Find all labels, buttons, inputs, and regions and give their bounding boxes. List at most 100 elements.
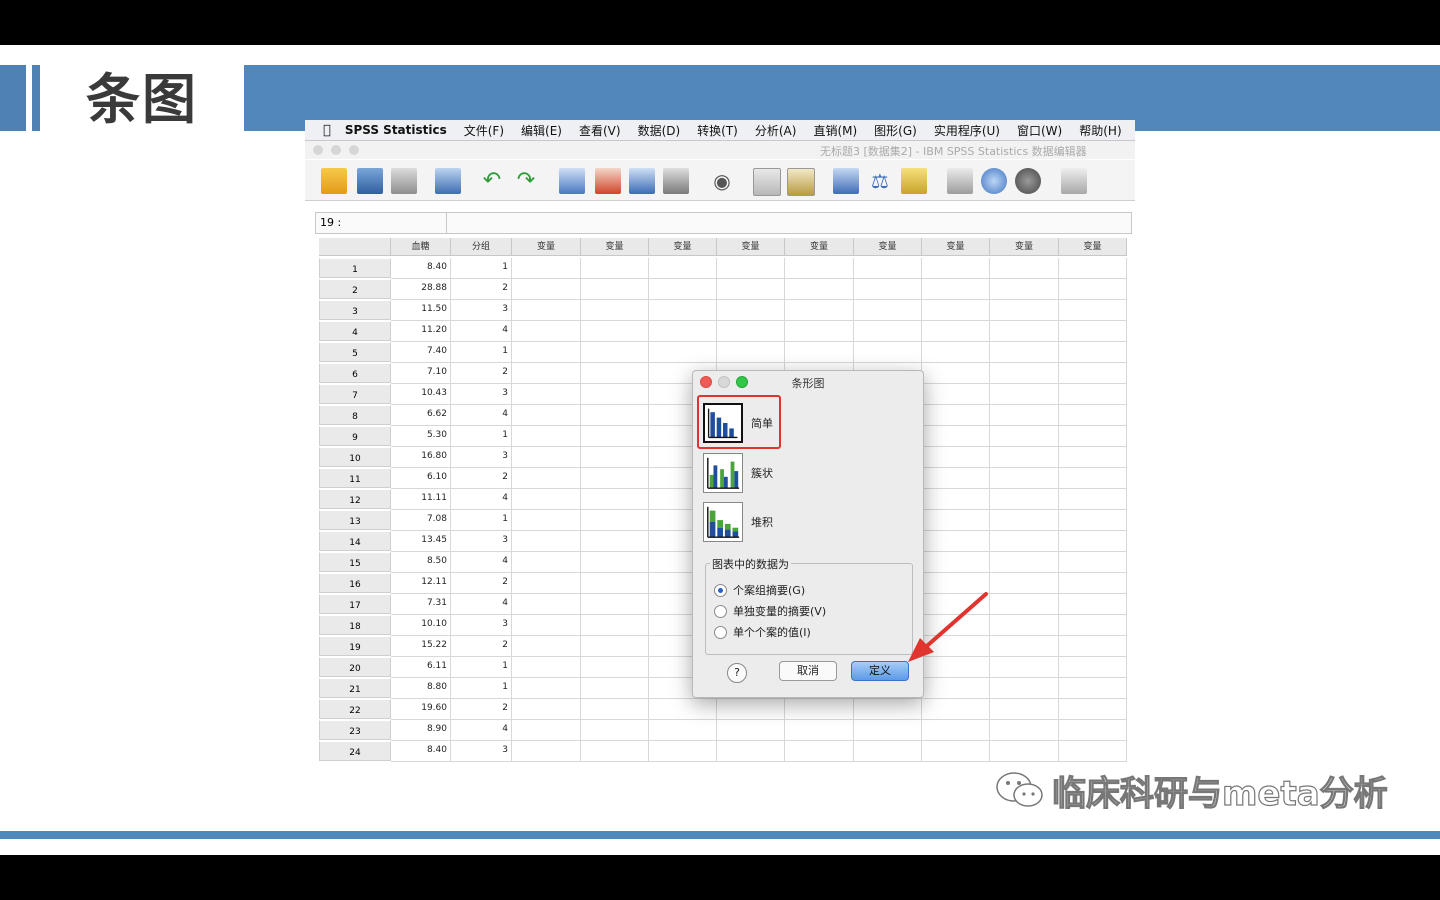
cell-empty[interactable] [922, 489, 990, 510]
cell-empty[interactable] [1059, 258, 1127, 279]
cell-empty[interactable] [1059, 615, 1127, 636]
cell-empty[interactable] [512, 510, 581, 531]
spell-check-icon[interactable] [1061, 168, 1087, 194]
cell-empty[interactable] [990, 384, 1059, 405]
cell-group[interactable]: 4 [451, 594, 512, 615]
cell-empty[interactable] [990, 594, 1059, 615]
menu-window[interactable]: 窗口(W) [1017, 122, 1062, 139]
cell-blood-glucose[interactable]: 11.20 [391, 321, 451, 342]
cell-empty[interactable] [785, 258, 854, 279]
cell-empty[interactable] [512, 720, 581, 741]
row-number[interactable]: 3 [319, 300, 391, 320]
undo-icon[interactable]: ↶ [479, 168, 505, 194]
cell-empty[interactable] [922, 426, 990, 447]
insert-variable-icon[interactable] [787, 168, 815, 196]
cell-empty[interactable] [649, 342, 717, 363]
cell-blood-glucose[interactable]: 7.31 [391, 594, 451, 615]
weight-cases-icon[interactable]: ⚖ [867, 168, 893, 194]
cell-empty[interactable] [717, 258, 785, 279]
column-header[interactable]: 变量 [512, 238, 581, 256]
menu-analyze[interactable]: 分析(A) [755, 122, 797, 139]
cell-empty[interactable] [785, 321, 854, 342]
cell-empty[interactable] [649, 720, 717, 741]
cell-group[interactable]: 4 [451, 405, 512, 426]
redo-icon[interactable]: ↷ [513, 168, 539, 194]
row-number[interactable]: 13 [319, 510, 391, 530]
cell-empty[interactable] [922, 678, 990, 699]
cell-empty[interactable] [512, 279, 581, 300]
cell-empty[interactable] [1059, 531, 1127, 552]
goto-case-icon[interactable] [559, 168, 585, 194]
cell-empty[interactable] [785, 342, 854, 363]
cell-empty[interactable] [990, 636, 1059, 657]
cell-empty[interactable] [512, 741, 581, 762]
radio-summaries-variables[interactable]: 单独变量的摘要(V) [714, 603, 826, 619]
row-number[interactable]: 19 [319, 636, 391, 656]
cell-empty[interactable] [1059, 279, 1127, 300]
cell-blood-glucose[interactable]: 12.11 [391, 573, 451, 594]
cell-empty[interactable] [1059, 678, 1127, 699]
cell-group[interactable]: 3 [451, 447, 512, 468]
cell-empty[interactable] [922, 321, 990, 342]
cell-group[interactable]: 1 [451, 510, 512, 531]
cell-group[interactable]: 4 [451, 321, 512, 342]
cell-empty[interactable] [512, 468, 581, 489]
cell-empty[interactable] [854, 321, 922, 342]
row-number[interactable]: 8 [319, 405, 391, 425]
cell-empty[interactable] [990, 405, 1059, 426]
cell-empty[interactable] [512, 657, 581, 678]
cell-blood-glucose[interactable]: 8.90 [391, 720, 451, 741]
cell-empty[interactable] [581, 720, 649, 741]
cell-empty[interactable] [512, 384, 581, 405]
cell-empty[interactable] [785, 300, 854, 321]
cell-empty[interactable] [922, 258, 990, 279]
row-number[interactable]: 15 [319, 552, 391, 572]
cell-empty[interactable] [717, 279, 785, 300]
cell-group[interactable]: 3 [451, 615, 512, 636]
cell-empty[interactable] [581, 573, 649, 594]
cell-reference-bar[interactable]: 19 : [315, 212, 1132, 234]
cell-empty[interactable] [990, 615, 1059, 636]
cell-blood-glucose[interactable]: 8.80 [391, 678, 451, 699]
cell-empty[interactable] [1059, 489, 1127, 510]
use-variable-sets-icon[interactable] [981, 168, 1007, 194]
cell-empty[interactable] [922, 699, 990, 720]
menu-utilities[interactable]: 实用程序(U) [934, 122, 1000, 139]
run-descriptives-icon[interactable] [663, 168, 689, 194]
cell-empty[interactable] [990, 300, 1059, 321]
cell-blood-glucose[interactable]: 11.11 [391, 489, 451, 510]
cell-empty[interactable] [1059, 657, 1127, 678]
variables-icon[interactable] [629, 168, 655, 194]
row-number[interactable]: 11 [319, 468, 391, 488]
cell-empty[interactable] [1059, 384, 1127, 405]
cell-empty[interactable] [717, 741, 785, 762]
apple-icon[interactable]:  [323, 123, 331, 138]
cell-empty[interactable] [581, 489, 649, 510]
cell-empty[interactable] [922, 720, 990, 741]
cell-empty[interactable] [785, 741, 854, 762]
cell-empty[interactable] [990, 510, 1059, 531]
radio-individual-cases[interactable]: 单个个案的值(I) [714, 624, 811, 640]
help-button[interactable]: ? [727, 663, 747, 683]
cell-blood-glucose[interactable]: 6.10 [391, 468, 451, 489]
menu-file[interactable]: 文件(F) [464, 122, 504, 139]
cell-empty[interactable] [990, 741, 1059, 762]
cell-empty[interactable] [1059, 300, 1127, 321]
column-header[interactable]: 变量 [990, 238, 1059, 256]
cell-blood-glucose[interactable]: 5.30 [391, 426, 451, 447]
cell-empty[interactable] [581, 426, 649, 447]
cell-empty[interactable] [581, 405, 649, 426]
cell-empty[interactable] [854, 699, 922, 720]
cell-empty[interactable] [581, 531, 649, 552]
cell-empty[interactable] [785, 279, 854, 300]
cell-empty[interactable] [649, 279, 717, 300]
row-number[interactable]: 4 [319, 321, 391, 341]
cell-empty[interactable] [512, 573, 581, 594]
cell-empty[interactable] [1059, 426, 1127, 447]
cell-empty[interactable] [1059, 552, 1127, 573]
row-number[interactable]: 18 [319, 615, 391, 635]
cell-empty[interactable] [990, 447, 1059, 468]
row-number[interactable]: 9 [319, 426, 391, 446]
cell-empty[interactable] [1059, 468, 1127, 489]
cell-empty[interactable] [512, 678, 581, 699]
